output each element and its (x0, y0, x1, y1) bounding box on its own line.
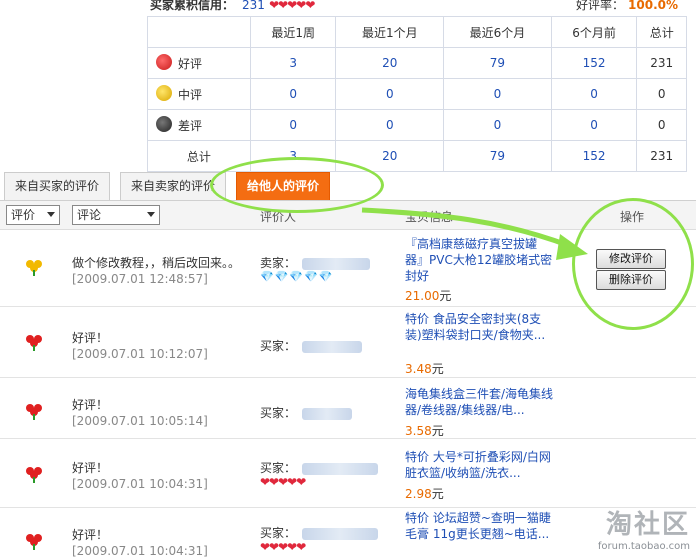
good-rate-label: 好评率： (576, 0, 625, 12)
rating-stats-table: 最近1周 最近1个月 最近6个月 6个月前 总计 好评 3 20 79 152 … (147, 16, 687, 172)
stats-header-row: 最近1周 最近1个月 最近6个月 6个月前 总计 (147, 16, 687, 48)
stats-cell[interactable]: 152 (550, 140, 638, 172)
annotation-oval-tab (210, 157, 384, 213)
stats-cell: 231 (636, 47, 687, 79)
review-comment: 好评！ (72, 528, 109, 542)
item-price: 21.00元 (405, 289, 452, 303)
chevron-down-icon (147, 212, 155, 217)
red-flower-icon (26, 335, 42, 351)
item-price: 3.48元 (405, 362, 444, 376)
stats-cell[interactable]: 0 (335, 78, 445, 110)
review-row: 好评！ [2009.07.01 10:05:14] 买家： 海龟集线盒三件套/海… (0, 378, 696, 439)
stats-label-bad: 差评 (147, 109, 251, 141)
review-date: [2009.07.01 10:05:14] (72, 414, 208, 428)
review-comment: 好评！ (72, 331, 109, 345)
review-row: 好评！ [2009.07.01 10:04:31] 买家： ❤❤❤❤❤ 特价 大… (0, 439, 696, 508)
item-link[interactable]: 海龟集线盒三件套/海龟集线器/卷线器/集线器/电... (405, 386, 555, 418)
reviewer-name[interactable]: 买家： (260, 524, 379, 541)
red-flower-icon (26, 404, 42, 420)
credit-hearts-icon: ❤❤❤❤❤ (269, 0, 315, 12)
red-flower-icon (156, 54, 172, 70)
stats-cell[interactable]: 79 (443, 140, 552, 172)
item-link[interactable]: 特价 论坛超赞~查明一猫睫毛膏 11g更长更翘~电话... (405, 510, 555, 542)
item-link[interactable]: 特价 食品安全密封夹(8支装)塑料袋封口夹/食物夹... (405, 311, 555, 343)
reviewer-name[interactable]: 卖家： (260, 254, 371, 271)
reviewer-name[interactable]: 买家： (260, 404, 353, 421)
stats-col-3: 最近6个月 (443, 16, 552, 48)
stats-col-2: 最近1个月 (335, 16, 445, 48)
item-price: 2.98元 (405, 487, 444, 501)
stats-cell: 0 (636, 109, 687, 141)
stats-cell[interactable]: 0 (443, 78, 552, 110)
stats-cell[interactable]: 0 (443, 109, 552, 141)
stats-cell[interactable]: 3 (249, 47, 337, 79)
stats-cell: 0 (636, 78, 687, 110)
black-flower-icon (156, 116, 172, 132)
review-date: [2009.07.01 12:48:57] (72, 272, 208, 286)
stats-cell[interactable]: 0 (249, 109, 337, 141)
watermark-logo: 淘社区 (605, 510, 690, 540)
stats-cell[interactable]: 0 (550, 78, 638, 110)
credit-header: 买家累积信用： 231 ❤❤❤❤❤ 好评率： 100.0% (0, 0, 696, 14)
buyer-credit-value[interactable]: 231 (242, 0, 265, 12)
watermark-url: forum.taobao.com (597, 541, 690, 552)
stats-label-good: 好评 (147, 47, 251, 79)
review-date: [2009.07.01 10:04:31] (72, 477, 208, 491)
stats-col-4: 6个月前 (550, 16, 638, 48)
stats-cell[interactable]: 0 (550, 109, 638, 141)
review-date: [2009.07.01 10:04:31] (72, 544, 208, 558)
chevron-down-icon (47, 212, 55, 217)
stats-label-neutral: 中评 (147, 78, 251, 110)
review-date: [2009.07.01 10:12:07] (72, 347, 208, 361)
red-flower-icon (26, 467, 42, 483)
rating-filter-select[interactable]: 评价 (6, 205, 60, 225)
buyer-credit: 买家累积信用： 231 ❤❤❤❤❤ (150, 0, 315, 13)
reviewer-name[interactable]: 买家： (260, 337, 363, 354)
yellow-flower-icon (26, 260, 42, 276)
review-row: 好评！ [2009.07.01 10:04:31] 买家： ❤❤❤❤❤ 特价 论… (0, 508, 696, 558)
annotation-arrow-icon (361, 207, 588, 260)
comment-filter-select[interactable]: 评论 (72, 205, 160, 225)
review-comment: 好评！ (72, 461, 109, 475)
site-watermark: 淘社区 forum.taobao.com (598, 504, 690, 552)
yellow-flower-icon (156, 85, 172, 101)
diamond-badge-icon: 💎💎💎💎💎 (260, 270, 334, 283)
stats-cell[interactable]: 152 (550, 47, 638, 79)
stats-cell[interactable]: 0 (249, 78, 337, 110)
stats-col-0 (147, 16, 251, 48)
review-row: 好评！ [2009.07.01 10:12:07] 买家： 特价 食品安全密封夹… (0, 307, 696, 378)
buyer-credit-label: 买家累积信用： (150, 0, 235, 12)
stats-cell[interactable]: 79 (443, 47, 552, 79)
stats-cell[interactable]: 0 (335, 109, 445, 141)
good-rate: 好评率： 100.0% (576, 0, 678, 13)
stats-row-good: 好评 3 20 79 152 231 (147, 47, 687, 79)
review-comment: 做个修改教程，，稍后改回来。。 (72, 256, 241, 270)
stats-cell[interactable]: 20 (335, 47, 445, 79)
tab-from-buyers[interactable]: 来自买家的评价 (4, 172, 111, 200)
red-flower-icon (26, 534, 42, 550)
stats-cell: 231 (636, 140, 687, 172)
reviewer-name[interactable]: 买家： (260, 459, 379, 476)
item-link[interactable]: 特价 大号*可折叠彩网/白网 脏衣篮/收纳篮/洗衣... (405, 449, 555, 481)
stats-col-1: 最近1周 (249, 16, 337, 48)
stats-row-bad: 差评 0 0 0 0 0 (147, 109, 687, 141)
heart-badge-icon: ❤❤❤❤❤ (260, 540, 306, 554)
stats-row-neutral: 中评 0 0 0 0 0 (147, 78, 687, 110)
review-comment: 好评！ (72, 398, 109, 412)
item-price: 3.58元 (405, 424, 444, 438)
heart-badge-icon: ❤❤❤❤❤ (260, 475, 306, 489)
good-rate-value: 100.0% (628, 0, 678, 12)
stats-col-5: 总计 (636, 16, 687, 48)
